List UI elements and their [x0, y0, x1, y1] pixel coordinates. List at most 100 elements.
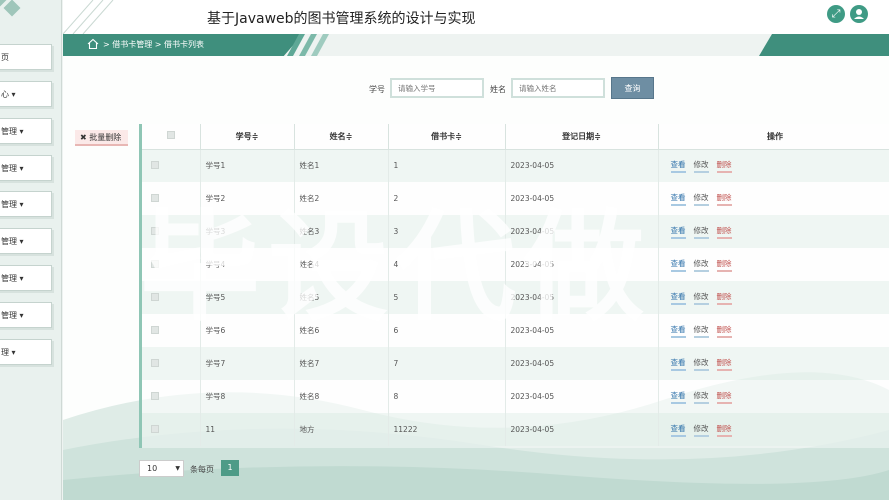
delete-button[interactable]: 删除 — [716, 324, 732, 338]
expand-icon[interactable]: ⤢ — [827, 5, 845, 23]
cell-actions: 查看 修改 删除 — [658, 413, 889, 446]
table-row: 学号1 姓名1 1 2023-04-05 查看 修改 删除 — [142, 149, 889, 182]
cell-student-id: 学号6 — [200, 314, 295, 347]
search-bar: 学号 姓名 查询 — [63, 77, 889, 100]
column-header-date[interactable]: 登记日期≑ — [505, 124, 659, 150]
sidebar-item[interactable]: 管理 ▾ — [0, 191, 52, 217]
logo-decoration — [0, 0, 30, 20]
sidebar-item[interactable]: 管理 ▾ — [0, 228, 52, 254]
cell-card: 11222 — [388, 413, 506, 446]
edit-button[interactable]: 修改 — [693, 159, 709, 173]
cell-date: 2023-04-05 — [505, 314, 659, 347]
table-row: 11 地方 11222 2023-04-05 查看 修改 删除 — [142, 413, 889, 446]
column-header-name[interactable]: 姓名≑ — [294, 124, 389, 150]
delete-button[interactable]: 删除 — [716, 258, 732, 272]
cell-card: 3 — [388, 215, 506, 248]
cell-card: 5 — [388, 281, 506, 314]
edit-button[interactable]: 修改 — [693, 390, 709, 404]
breadcrumb-right-accent — [759, 34, 889, 56]
name-input[interactable] — [511, 78, 605, 98]
delete-button[interactable]: 删除 — [716, 423, 732, 437]
sidebar-item[interactable]: 理 ▾ — [0, 339, 52, 365]
view-button[interactable]: 查看 — [670, 423, 686, 437]
row-checkbox[interactable] — [142, 248, 201, 281]
search-button[interactable]: 查询 — [611, 77, 654, 99]
row-checkbox[interactable] — [142, 149, 201, 182]
home-icon[interactable] — [87, 38, 99, 50]
sidebar-item[interactable]: 页 — [0, 44, 52, 70]
page-title: 基于Javaweb的图书管理系统的设计与实现 — [207, 11, 476, 27]
row-checkbox[interactable] — [142, 413, 201, 446]
view-button[interactable]: 查看 — [670, 192, 686, 206]
cell-name: 姓名7 — [294, 347, 389, 380]
card-table: 学号≑ 姓名≑ 借书卡≑ 登记日期≑ 操作 学号1 姓名1 1 2023-04-05 查… — [139, 124, 889, 448]
view-button[interactable]: 查看 — [670, 159, 686, 173]
table-row: 学号5 姓名5 5 2023-04-05 查看 修改 删除 — [142, 281, 889, 314]
cell-student-id: 学号1 — [200, 149, 295, 182]
delete-button[interactable]: 删除 — [716, 159, 732, 173]
column-header-student-id[interactable]: 学号≑ — [200, 124, 295, 150]
cell-actions: 查看 修改 删除 — [658, 281, 889, 314]
name-label: 姓名 — [490, 85, 506, 94]
sidebar-item[interactable]: 管理 ▾ — [0, 265, 52, 291]
row-checkbox[interactable] — [142, 314, 201, 347]
chevron-down-icon: ▼ — [175, 465, 180, 472]
cell-name: 地方 — [294, 413, 389, 446]
edit-button[interactable]: 修改 — [693, 423, 709, 437]
cell-name: 姓名2 — [294, 182, 389, 215]
cell-student-id: 学号5 — [200, 281, 295, 314]
cell-date: 2023-04-05 — [505, 215, 659, 248]
user-icon[interactable] — [850, 5, 868, 23]
column-header-actions: 操作 — [658, 124, 889, 150]
column-header-card[interactable]: 借书卡≑ — [388, 124, 506, 150]
view-button[interactable]: 查看 — [670, 357, 686, 371]
row-checkbox[interactable] — [142, 380, 201, 413]
delete-button[interactable]: 删除 — [716, 291, 732, 305]
view-button[interactable]: 查看 — [670, 291, 686, 305]
sidebar-item[interactable]: 心 ▾ — [0, 81, 52, 107]
edit-button[interactable]: 修改 — [693, 225, 709, 239]
breadcrumb-bar: > 借书卡管理 > 借书卡列表 — [63, 34, 889, 56]
cell-actions: 查看 修改 删除 — [658, 149, 889, 182]
student-id-input[interactable] — [390, 78, 484, 98]
cell-actions: 查看 修改 删除 — [658, 182, 889, 215]
edit-button[interactable]: 修改 — [693, 324, 709, 338]
row-checkbox[interactable] — [142, 281, 201, 314]
sidebar-item[interactable]: 管理 ▾ — [0, 118, 52, 144]
edit-button[interactable]: 修改 — [693, 357, 709, 371]
page-size-select[interactable]: 10 ▼ — [139, 460, 184, 477]
sidebar-item[interactable]: 管理 ▾ — [0, 302, 52, 328]
sidebar-item[interactable]: 管理 ▾ — [0, 155, 52, 181]
delete-button[interactable]: 删除 — [716, 390, 732, 404]
cell-student-id: 学号4 — [200, 248, 295, 281]
delete-button[interactable]: 删除 — [716, 357, 732, 371]
edit-button[interactable]: 修改 — [693, 192, 709, 206]
delete-button[interactable]: 删除 — [716, 225, 732, 239]
view-button[interactable]: 查看 — [670, 225, 686, 239]
cell-card: 4 — [388, 248, 506, 281]
view-button[interactable]: 查看 — [670, 324, 686, 338]
cell-card: 8 — [388, 380, 506, 413]
row-checkbox[interactable] — [142, 182, 201, 215]
view-button[interactable]: 查看 — [670, 390, 686, 404]
cell-actions: 查看 修改 删除 — [658, 380, 889, 413]
view-button[interactable]: 查看 — [670, 258, 686, 272]
row-checkbox[interactable] — [142, 215, 201, 248]
cell-name: 姓名1 — [294, 149, 389, 182]
edit-button[interactable]: 修改 — [693, 258, 709, 272]
bulk-delete-button[interactable]: ✖ 批量删除 — [75, 130, 128, 146]
breadcrumb[interactable]: > 借书卡管理 > 借书卡列表 — [103, 39, 204, 50]
row-checkbox[interactable] — [142, 347, 201, 380]
cell-name: 姓名8 — [294, 380, 389, 413]
page-number-button[interactable]: 1 — [221, 460, 239, 476]
cell-card: 1 — [388, 149, 506, 182]
select-all-checkbox[interactable] — [142, 124, 201, 150]
sidebar: 页心 ▾ 管理 ▾ 管理 ▾ 管理 ▾ 管理 ▾ 管理 ▾ 管理 ▾ 理 ▾ — [0, 0, 62, 500]
edit-button[interactable]: 修改 — [693, 291, 709, 305]
cell-date: 2023-04-05 — [505, 182, 659, 215]
table-header-row: 学号≑ 姓名≑ 借书卡≑ 登记日期≑ 操作 — [142, 124, 889, 150]
cell-student-id: 学号8 — [200, 380, 295, 413]
cell-date: 2023-04-05 — [505, 380, 659, 413]
delete-button[interactable]: 删除 — [716, 192, 732, 206]
cell-date: 2023-04-05 — [505, 281, 659, 314]
